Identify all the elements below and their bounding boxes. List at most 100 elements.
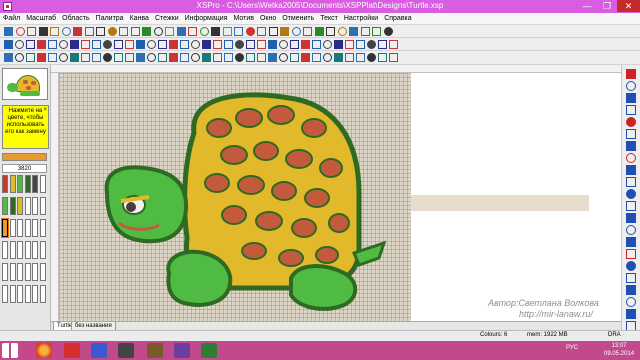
toolbar-stitch-icon-29[interactable] [312,40,321,49]
toolbar-tool-icon-6[interactable] [59,53,68,62]
toolbar-tool-icon-4[interactable] [37,53,46,62]
toolbar-tool-icon-36[interactable] [389,53,398,62]
palette-swatch[interactable] [1,218,9,238]
toolbar-stitch-icon-17[interactable] [180,40,189,49]
palette-swatch[interactable] [32,285,38,303]
toolbar-tool-icon-24[interactable] [257,53,266,62]
toolbar-main-icon-30[interactable] [337,27,347,36]
toolbar-main-icon-5[interactable] [50,27,59,36]
toolbar-main-icon-13[interactable] [142,27,151,36]
toolbar-tool-icon-19[interactable] [202,53,211,62]
palette-swatch[interactable] [39,219,46,237]
toolbar-main-icon-33[interactable] [372,27,381,36]
menu-palette[interactable]: Палитра [93,13,127,25]
stitch-tool-icon-5[interactable] [626,117,636,127]
toolbar-tool-icon-12[interactable] [125,53,134,62]
toolbar-tool-icon-5[interactable] [48,53,57,62]
stitch-tool-icon-10[interactable] [626,177,636,187]
pattern-preview[interactable] [2,68,48,100]
toolbar-stitch-icon-34[interactable] [367,40,376,49]
stitch-tool-icon-4[interactable] [626,105,636,115]
toolbar-tool-icon-7[interactable] [70,53,79,62]
menu-canvas[interactable]: Канва [127,13,152,25]
app-icon-5[interactable] [147,343,163,358]
app-icon-4[interactable] [118,343,134,358]
language-indicator[interactable]: РУС [566,345,578,351]
toolbar-tool-icon-3[interactable] [26,53,35,62]
toolbar-stitch-icon-35[interactable] [378,40,387,49]
stitch-tool-icon-2[interactable] [626,81,636,91]
palette-swatch[interactable] [9,241,16,259]
toolbar-stitch-icon-2[interactable] [15,40,24,49]
palette-swatch[interactable] [17,175,23,193]
palette-swatch[interactable] [24,219,31,237]
stitch-tool-icon-14[interactable] [626,225,636,235]
toolbar-main-icon-11[interactable] [119,27,128,36]
toolbar-main-icon-22[interactable] [245,27,255,36]
toolbar-tool-icon-29[interactable] [312,53,321,62]
menu-file[interactable]: Файл [0,13,23,25]
minimize-button[interactable]: — [577,0,597,12]
palette-swatch[interactable] [17,285,23,303]
palette-swatch[interactable] [32,197,38,215]
toolbar-stitch-icon-30[interactable] [323,40,332,49]
toolbar-main-icon-27[interactable] [303,27,312,36]
toolbar-stitch-icon-4[interactable] [37,40,46,49]
toolbar-stitch-icon-36[interactable] [389,40,398,49]
palette-swatch[interactable] [2,197,8,215]
palette-swatch[interactable] [24,285,31,303]
app-icon-7[interactable] [201,343,217,358]
palette-swatch[interactable] [9,219,16,237]
stitch-tool-icon-18[interactable] [626,273,636,283]
palette-swatch[interactable] [32,175,38,193]
toolbar-tool-icon-23[interactable] [246,53,255,62]
toolbar-stitch-icon-1[interactable] [4,40,13,49]
toolbar-main-icon-34[interactable] [383,27,393,36]
toolbar-stitch-icon-15[interactable] [158,40,167,49]
palette-swatch[interactable] [17,219,23,237]
toolbar-tool-icon-14[interactable] [147,53,156,62]
menu-area[interactable]: Область [59,13,92,25]
menu-help[interactable]: Справка [381,13,414,25]
menu-undo[interactable]: Отменить [279,13,317,25]
palette-swatch[interactable] [17,263,23,281]
toolbar-stitch-icon-12[interactable] [125,40,134,49]
toolbar-main-icon-21[interactable] [234,27,243,36]
app-icon-6[interactable] [174,343,190,358]
menu-motif[interactable]: Мотив [230,13,256,25]
toolbar-stitch-icon-5[interactable] [48,40,57,49]
toolbar-tool-icon-32[interactable] [345,53,354,62]
xspro-taskbar-icon[interactable] [91,343,107,358]
toolbar-main-icon-25[interactable] [280,27,289,36]
stitch-tool-icon-20[interactable] [626,297,636,307]
toolbar-stitch-icon-7[interactable] [70,40,79,49]
stitch-tool-icon-19[interactable] [626,285,636,295]
toolbar-stitch-icon-14[interactable] [147,40,156,49]
stitch-tool-icon-16[interactable] [626,249,636,259]
palette-swatch[interactable] [32,263,38,281]
stitch-tool-icon-8[interactable] [626,153,636,163]
palette-swatch[interactable] [17,197,23,215]
toolbar-stitch-icon-27[interactable] [290,40,299,49]
toolbar-main-icon-10[interactable] [107,27,117,36]
menu-info[interactable]: Информация [182,13,231,25]
palette-swatch[interactable] [24,197,31,215]
toolbar-tool-icon-22[interactable] [235,53,244,62]
toolbar-main-icon-8[interactable] [84,27,94,36]
palette-swatch[interactable] [2,285,8,303]
palette-swatch[interactable] [17,241,23,259]
stitch-tool-icon-17[interactable] [626,261,636,271]
toolbar-tool-icon-28[interactable] [301,53,310,62]
toolbar-tool-icon-9[interactable] [92,53,101,62]
toolbar-tool-icon-15[interactable] [158,53,167,62]
stitch-tool-icon-9[interactable] [626,165,636,175]
toolbar-tool-icon-11[interactable] [114,53,123,62]
menu-zoom[interactable]: Масштаб [23,13,59,25]
stitch-tool-icon-13[interactable] [626,213,636,223]
toolbar-tool-icon-10[interactable] [103,53,112,62]
palette-swatch[interactable] [24,241,31,259]
toolbar-main-icon-28[interactable] [314,27,324,36]
toolbar-tool-icon-33[interactable] [356,53,365,62]
palette-swatch[interactable] [39,197,46,215]
palette-swatch[interactable] [9,263,16,281]
